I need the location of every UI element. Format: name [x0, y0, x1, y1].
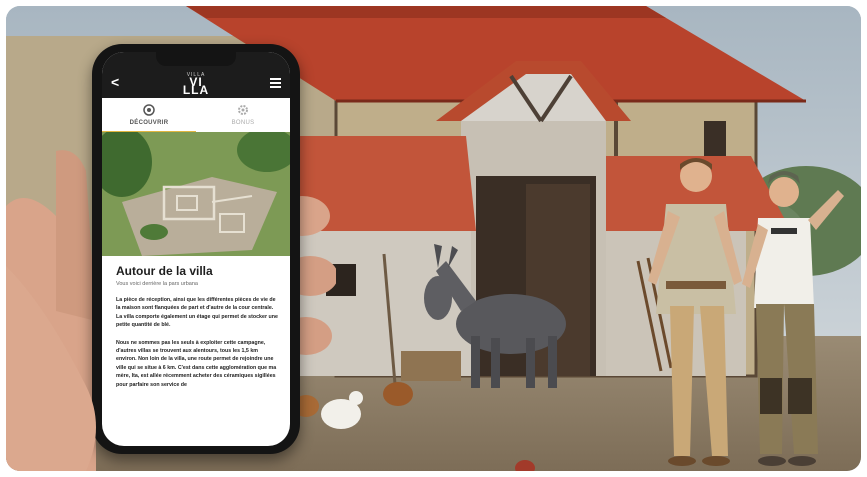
tab-bonus[interactable]: BONUS: [196, 98, 290, 132]
logo-wordmark: VI LLA: [182, 75, 210, 97]
villa-ruins-aerial-photo: [102, 132, 290, 256]
tab-decouvrir[interactable]: DÉCOUVRIR: [102, 98, 196, 133]
tab-label-bonus: BONUS: [231, 120, 255, 126]
gear-icon: [238, 105, 248, 115]
discover-icon: [143, 104, 155, 116]
hamburger-menu-icon[interactable]: [270, 78, 281, 90]
tab-label-decouvrir: DÉCOUVRIR: [129, 120, 169, 126]
tab-bar: DÉCOUVRIR BONUS: [102, 98, 290, 133]
scene-frame: < VILLA VI LLA DÉCOUVRIR BONUS Autour de…: [6, 6, 861, 471]
thumb: [6, 266, 96, 471]
phone-notch: [156, 52, 236, 66]
app-logo: VILLA VI LLA: [172, 70, 220, 97]
back-arrow-icon[interactable]: <: [111, 74, 119, 90]
